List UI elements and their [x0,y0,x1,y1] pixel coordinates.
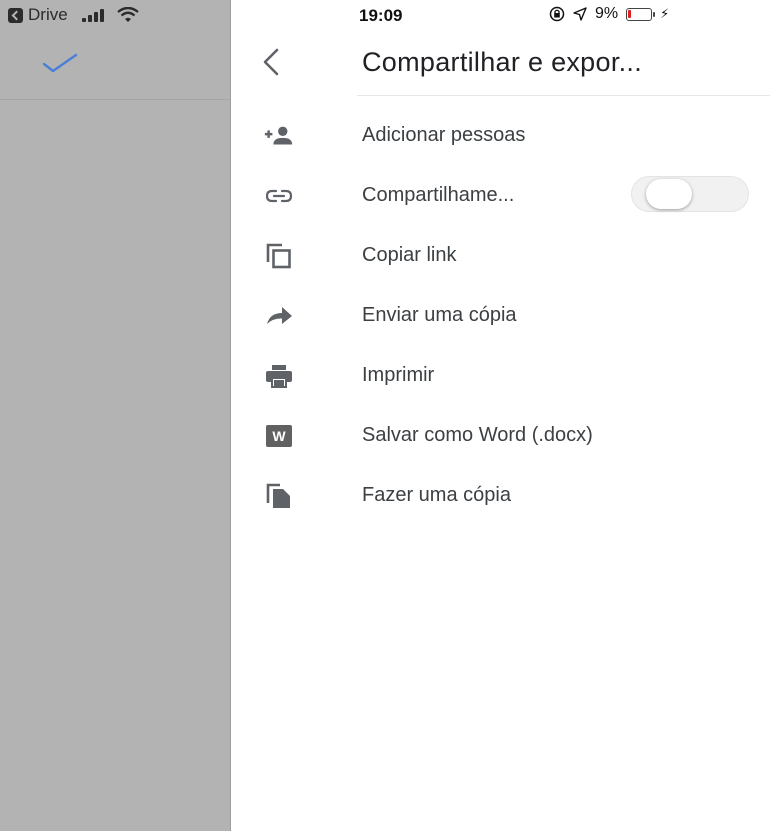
share-menu: Adicionar pessoas Compartilhame... Copia… [231,106,770,526]
menu-item-link-sharing[interactable]: Compartilhame... [231,166,770,226]
wifi-icon [116,7,139,22]
menu-label-save-as-word: Salvar como Word (.docx) [362,424,593,446]
menu-item-send-copy[interactable]: Enviar uma cópia [231,286,770,346]
back-app-label: Drive [28,5,68,24]
share-export-panel: 19:09 9% ⚡ Compartilhar e expor... Adici… [231,0,770,831]
check-icon[interactable] [42,52,78,74]
menu-label-send-copy: Enviar uma cópia [362,304,517,326]
panel-header: Compartilhar e expor... [231,30,770,96]
left-toolbar [0,30,230,100]
word-icon-letter: W [266,425,292,447]
copy-icon [263,240,295,272]
back-to-app-button[interactable]: Drive [8,5,68,25]
menu-item-save-as-word[interactable]: W Salvar como Word (.docx) [231,406,770,466]
menu-item-make-copy[interactable]: Fazer uma cópia [231,466,770,526]
orientation-lock-icon [549,6,565,22]
add-person-icon [263,120,295,152]
header-divider [357,95,770,96]
cellular-signal-icon [81,8,104,22]
menu-item-copy-link[interactable]: Copiar link [231,226,770,286]
status-time: 19:09 [359,6,403,25]
charging-icon: ⚡ [660,6,670,21]
back-arrow-icon[interactable] [251,42,291,82]
link-sharing-toggle[interactable] [631,176,749,212]
page-title: Compartilhar e expor... [362,47,643,77]
link-icon [263,180,295,212]
back-chevron-icon [8,7,23,23]
word-icon: W [263,420,295,452]
location-icon [573,7,587,21]
file-copy-icon [263,480,295,512]
status-icons: 9% ⚡ [549,5,669,23]
battery-percentage: 9% [595,5,619,22]
status-bar-left: Drive [0,0,230,30]
toggle-knob [646,179,692,209]
menu-label-make-copy: Fazer uma cópia [362,484,511,506]
dimmed-background[interactable] [0,0,230,831]
status-bar-right: 19:09 9% ⚡ [231,0,770,30]
share-arrow-icon [263,300,295,332]
menu-label-link-sharing: Compartilhame... [362,184,515,206]
menu-label-print: Imprimir [362,364,435,386]
battery-icon [626,7,656,21]
menu-label-add-people: Adicionar pessoas [362,124,526,146]
menu-item-print[interactable]: Imprimir [231,346,770,406]
print-icon [263,360,295,392]
menu-item-add-people[interactable]: Adicionar pessoas [231,106,770,166]
menu-label-copy-link: Copiar link [362,244,457,266]
